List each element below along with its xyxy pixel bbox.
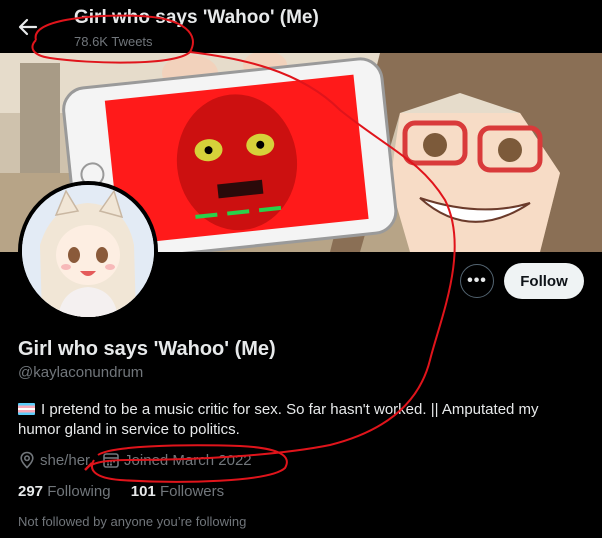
followers-link[interactable]: 101 Followers: [131, 483, 224, 500]
follow-stats: 297 Following 101 Followers: [18, 483, 240, 500]
bio: I pretend to be a music critic for sex. …: [18, 400, 578, 440]
more-icon: •••: [467, 272, 487, 289]
profile-meta: she/her Joined March 2022: [18, 451, 264, 469]
following-label: Following: [47, 483, 111, 500]
trans-flag-icon: [18, 403, 35, 415]
header-title: Girl who says 'Wahoo' (Me): [74, 7, 319, 28]
follow-button[interactable]: Follow: [504, 263, 584, 299]
top-bar: Girl who says 'Wahoo' (Me) 78.6K Tweets: [0, 0, 602, 53]
more-button[interactable]: •••: [460, 264, 494, 298]
bio-text: I pretend to be a music critic for sex. …: [18, 401, 539, 438]
tweet-count: 78.6K Tweets: [74, 34, 153, 49]
following-count: 297: [18, 483, 44, 500]
avatar[interactable]: [18, 181, 158, 321]
not-followed-note: Not followed by anyone you’re following: [18, 514, 247, 529]
joined-item: Joined March 2022: [102, 451, 252, 469]
pronouns: she/her: [40, 451, 91, 469]
followers-count: 101: [130, 483, 156, 500]
back-button[interactable]: [14, 13, 42, 41]
display-name: Girl who says 'Wahoo' (Me): [18, 338, 276, 360]
following-link[interactable]: 297 Following: [18, 483, 115, 500]
location-pin-icon: [20, 451, 34, 469]
calendar-icon: [103, 453, 119, 468]
handle: @kaylaconundrum: [18, 364, 144, 381]
pronouns-item: she/her: [18, 451, 90, 469]
joined-date: Joined March 2022: [124, 451, 252, 469]
followers-label: Followers: [159, 483, 225, 500]
arrow-left-icon: [18, 18, 38, 36]
avatar-image: [22, 185, 154, 317]
